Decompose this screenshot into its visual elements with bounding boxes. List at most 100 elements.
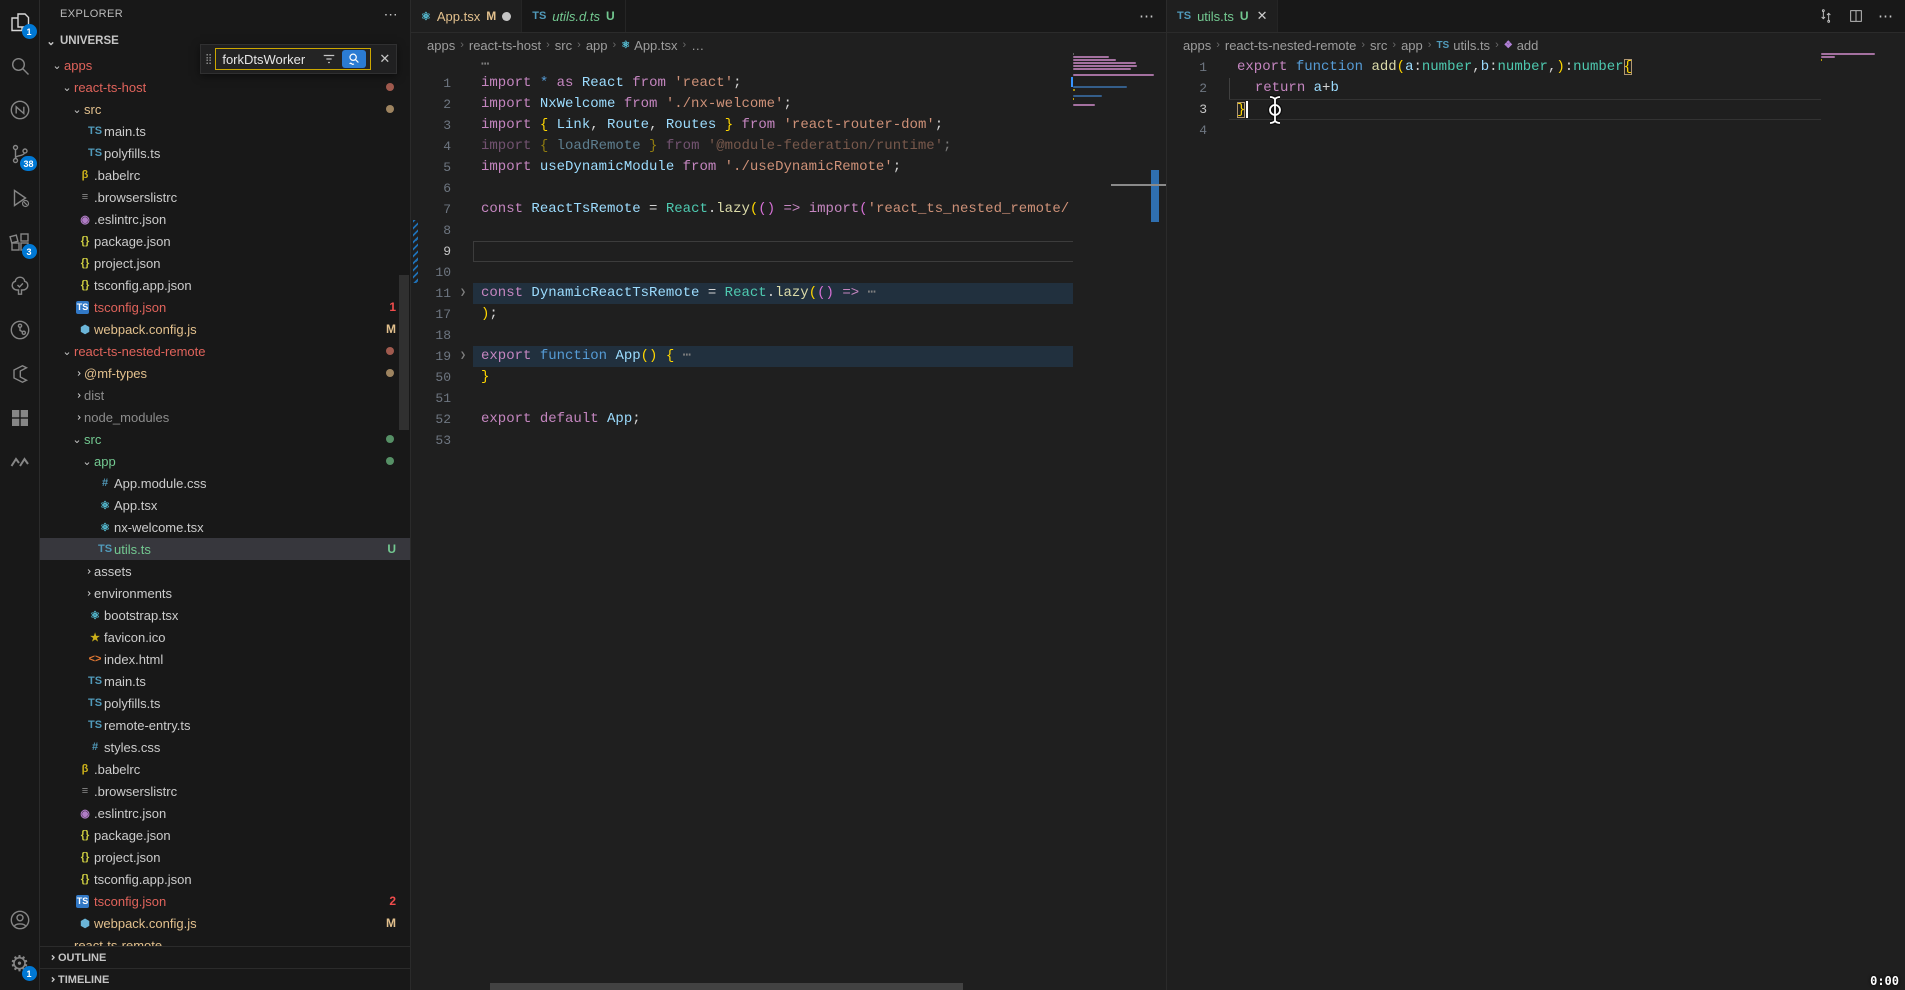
tree-item-react-ts-nested-remote[interactable]: ⌄react-ts-nested-remote xyxy=(40,340,410,362)
tree-item-project.json[interactable]: {}project.json xyxy=(40,846,410,868)
code-line-2[interactable]: 2 return a+b xyxy=(1167,78,1905,99)
code-line-4[interactable]: 4import { loadRemote } from '@module-fed… xyxy=(411,136,1166,157)
code-line-53[interactable]: 53 xyxy=(411,430,1166,451)
code-line-10[interactable]: 10 xyxy=(411,262,1166,283)
sidebar-more-actions-icon[interactable]: ⋯ xyxy=(384,6,398,23)
tree-item-styles.css[interactable]: #styles.css xyxy=(40,736,410,758)
tree-item-tsconfig.app.json[interactable]: {}tsconfig.app.json xyxy=(40,274,410,296)
code-line-3[interactable]: 3} xyxy=(1167,99,1905,120)
code-line-50[interactable]: 50} xyxy=(411,367,1166,388)
breadcrumb-item-src[interactable]: src xyxy=(555,38,572,53)
fold-chevron-icon[interactable]: ❯ xyxy=(457,346,469,367)
fold-chevron-icon[interactable]: ❯ xyxy=(457,283,469,304)
code-line-51[interactable]: 51 xyxy=(411,388,1166,409)
code-editor[interactable]: ⋯1import * as React from 'react';2import… xyxy=(411,57,1166,451)
tree-item-@mf-types[interactable]: ⌄@mf-types xyxy=(40,362,410,384)
tree-item-polyfills.ts[interactable]: TSpolyfills.ts xyxy=(40,692,410,714)
tree-item-.browserslistrc[interactable]: ≡.browserslistrc xyxy=(40,186,410,208)
code-line-4[interactable]: 4 xyxy=(1167,120,1905,141)
code-editor[interactable]: 1export function add(a:number,b:number,)… xyxy=(1167,57,1905,141)
tree-item-tsconfig.json[interactable]: TStsconfig.json1 xyxy=(40,296,410,318)
tree-item-favicon.ico[interactable]: ★favicon.ico xyxy=(40,626,410,648)
breadcrumb-item-react-ts-host[interactable]: react-ts-host xyxy=(469,38,541,53)
activity-item-run-debug[interactable] xyxy=(0,176,40,220)
activity-item-search[interactable] xyxy=(0,44,40,88)
tree-item-main.ts[interactable]: TSmain.ts xyxy=(40,670,410,692)
tree-item-polyfills.ts[interactable]: TSpolyfills.ts xyxy=(40,142,410,164)
code-line-52[interactable]: 52export default App; xyxy=(411,409,1166,430)
activity-item-settings[interactable]: ⚙1 xyxy=(0,942,40,986)
activity-item-extensions[interactable]: 3 xyxy=(0,220,40,264)
tree-item-.babelrc[interactable]: β.babelrc xyxy=(40,758,410,780)
code-line-3[interactable]: 3import { Link, Route, Routes } from 're… xyxy=(411,115,1166,136)
code-line-1[interactable]: 1export function add(a:number,b:number,)… xyxy=(1167,57,1905,78)
tree-item-dist[interactable]: ⌄dist xyxy=(40,384,410,406)
minimap[interactable] xyxy=(1821,40,1905,990)
fuzzy-search-toggle[interactable] xyxy=(342,50,366,68)
horizontal-scrollbar[interactable] xyxy=(490,983,963,990)
code-line-19[interactable]: 19❯export function App() { ⋯ xyxy=(411,346,1166,367)
find-input[interactable] xyxy=(222,52,318,67)
activity-item-explorer[interactable]: 1 xyxy=(0,0,40,44)
tree-item-tsconfig.app.json[interactable]: {}tsconfig.app.json xyxy=(40,868,410,890)
tree-item-remote-entry.ts[interactable]: TSremote-entry.ts xyxy=(40,714,410,736)
outline-section-header[interactable]: ⌄ OUTLINE xyxy=(40,946,410,968)
activity-item-waves-extension[interactable] xyxy=(0,440,40,484)
more-actions-icon[interactable]: ⋯ xyxy=(1139,7,1154,25)
dirty-dot-icon[interactable] xyxy=(502,12,511,21)
tree-item-nx-welcome.tsx[interactable]: ⚛nx-welcome.tsx xyxy=(40,516,410,538)
code-line-ellipsis[interactable]: ⋯ xyxy=(411,57,1166,73)
tree-item-assets[interactable]: ⌄assets xyxy=(40,560,410,582)
sidebar-scrollbar[interactable] xyxy=(399,275,409,430)
breadcrumb-item-add[interactable]: ❖add xyxy=(1504,38,1539,53)
breadcrumb-item-App.tsx[interactable]: ⚛App.tsx xyxy=(621,38,677,53)
tree-item-.babelrc[interactable]: β.babelrc xyxy=(40,164,410,186)
tree-item-App.module.css[interactable]: #App.module.css xyxy=(40,472,410,494)
tree-item-.eslintrc.json[interactable]: ◉.eslintrc.json xyxy=(40,208,410,230)
more-actions-icon[interactable]: ⋯ xyxy=(1878,7,1893,25)
activity-item-todo-tree[interactable] xyxy=(0,264,40,308)
breadcrumb-item-apps[interactable]: apps xyxy=(1183,38,1211,53)
code-line-1[interactable]: 1import * as React from 'react'; xyxy=(411,73,1166,94)
code-line-7[interactable]: 7const ReactTsRemote = React.lazy(() => … xyxy=(411,199,1166,220)
tree-item-app[interactable]: ⌄app xyxy=(40,450,410,472)
activity-item-git-graph[interactable] xyxy=(0,308,40,352)
tab-App.tsx[interactable]: ⚛App.tsxM xyxy=(411,0,522,32)
tree-item-webpack.config.js[interactable]: ⬢webpack.config.jsM xyxy=(40,912,410,934)
breadcrumb-item-utils.ts[interactable]: TSutils.ts xyxy=(1436,38,1490,53)
code-line-8[interactable]: 8 xyxy=(411,220,1166,241)
tree-item-utils.ts[interactable]: TSutils.tsU xyxy=(40,538,410,560)
activity-item-nx-console[interactable] xyxy=(0,88,40,132)
activity-item-source-control[interactable]: 38 xyxy=(0,132,40,176)
tree-item-tsconfig.json[interactable]: TStsconfig.json2 xyxy=(40,890,410,912)
activity-item-k-extension[interactable] xyxy=(0,352,40,396)
tree-item-react-ts-remote[interactable]: ⌄react-ts-remote xyxy=(40,934,410,946)
code-line-9[interactable]: 9 xyxy=(411,241,1166,262)
close-icon[interactable]: ✕ xyxy=(379,51,390,67)
breadcrumb-item-app[interactable]: app xyxy=(586,38,608,53)
code-line-11[interactable]: 11❯const DynamicReactTsRemote = React.la… xyxy=(411,283,1166,304)
tree-item-src[interactable]: ⌄src xyxy=(40,428,410,450)
tree-item-App.tsx[interactable]: ⚛App.tsx xyxy=(40,494,410,516)
tree-item-node_modules[interactable]: ⌄node_modules xyxy=(40,406,410,428)
filter-icon[interactable] xyxy=(322,52,336,66)
tree-item-webpack.config.js[interactable]: ⬢webpack.config.jsM xyxy=(40,318,410,340)
tree-item-package.json[interactable]: {}package.json xyxy=(40,824,410,846)
tree-item-environments[interactable]: ⌄environments xyxy=(40,582,410,604)
tree-item-main.ts[interactable]: TSmain.ts xyxy=(40,120,410,142)
close-icon[interactable]: ✕ xyxy=(1257,8,1268,24)
split-editor-icon[interactable] xyxy=(1848,8,1864,24)
breadcrumb-item-…[interactable]: … xyxy=(691,38,704,53)
compare-changes-icon[interactable] xyxy=(1818,8,1834,24)
tree-item-package.json[interactable]: {}package.json xyxy=(40,230,410,252)
tree-item-.browserslistrc[interactable]: ≡.browserslistrc xyxy=(40,780,410,802)
breadcrumb-item-apps[interactable]: apps xyxy=(427,38,455,53)
activity-item-accounts[interactable] xyxy=(0,898,40,942)
tree-item-project.json[interactable]: {}project.json xyxy=(40,252,410,274)
tab-utils.ts[interactable]: TSutils.tsU✕ xyxy=(1167,0,1278,32)
code-line-2[interactable]: 2import NxWelcome from './nx-welcome'; xyxy=(411,94,1166,115)
tab-utils.d.ts[interactable]: TSutils.d.tsU xyxy=(522,0,625,32)
code-line-5[interactable]: 5import useDynamicModule from './useDyna… xyxy=(411,157,1166,178)
breadcrumb-item-app[interactable]: app xyxy=(1401,38,1423,53)
tree-item-bootstrap.tsx[interactable]: ⚛bootstrap.tsx xyxy=(40,604,410,626)
